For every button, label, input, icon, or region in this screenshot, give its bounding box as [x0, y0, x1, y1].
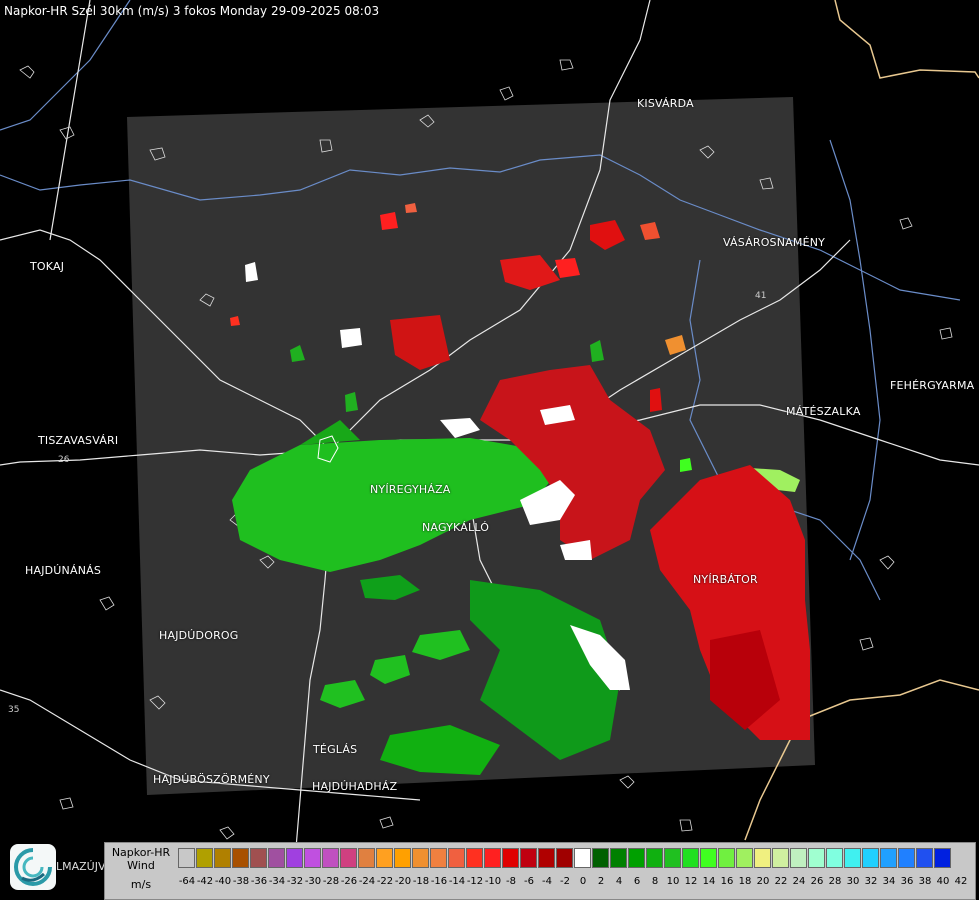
legend-swatches: [178, 848, 952, 868]
legend-swatch: [358, 848, 375, 868]
legend-swatch: [772, 848, 789, 868]
legend-swatch: [322, 848, 339, 868]
road-number-26: 26: [58, 455, 70, 465]
logo-icon: [10, 844, 56, 890]
road-number-41: 41: [755, 291, 766, 301]
town-label-nagykallo: NAGYKÁLLÓ: [422, 521, 490, 534]
town-label-hajdudorog: HAJDÚDOROG: [159, 629, 239, 642]
town-label-tiszavasvari: TISZAVASVÁRI: [38, 434, 119, 447]
legend-swatch: [394, 848, 411, 868]
town-label-fehergyarmat: FEHÉRGYARMA: [890, 379, 975, 392]
legend-swatch: [646, 848, 663, 868]
legend-swatch: [466, 848, 483, 868]
legend-swatch: [268, 848, 285, 868]
legend-swatch: [538, 848, 555, 868]
legend-swatch: [592, 848, 609, 868]
legend-swatch: [736, 848, 753, 868]
legend-swatch: [700, 848, 717, 868]
legend-swatch: [790, 848, 807, 868]
legend-swatch: [286, 848, 303, 868]
town-label-nyiregyhaza: NYÍREGYHÁZA: [370, 483, 451, 496]
legend-swatch: [682, 848, 699, 868]
legend-swatch: [826, 848, 843, 868]
radar-map: 35 26 41: [0, 0, 979, 870]
legend-swatch: [214, 848, 231, 868]
town-label-vasarosnameny: VÁSÁROSNAMÉNY: [723, 236, 826, 249]
legend-label: Napkor-HR Wind m/s: [108, 846, 174, 891]
legend-swatch: [718, 848, 735, 868]
legend-swatch: [556, 848, 573, 868]
legend-swatch: [898, 848, 915, 868]
town-label-hajdunanas: HAJDÚNÁNÁS: [25, 564, 102, 577]
legend-swatch: [574, 848, 591, 868]
town-label-nyirbator: NYÍRBÁTOR: [693, 573, 758, 586]
legend-swatch: [340, 848, 357, 868]
legend-quantity: Wind: [127, 859, 155, 872]
legend-swatch: [196, 848, 213, 868]
town-label-mateszalka: MÁTÉSZALKA: [786, 405, 861, 418]
legend-swatch: [808, 848, 825, 868]
legend-swatch: [502, 848, 519, 868]
legend-swatch: [934, 848, 951, 868]
legend-swatch: [628, 848, 645, 868]
road-number-35: 35: [8, 705, 19, 715]
legend-swatch: [232, 848, 249, 868]
legend-name: Napkor-HR: [111, 846, 171, 859]
legend-swatch: [448, 848, 465, 868]
legend-swatch: [610, 848, 627, 868]
town-label-teglas: TÉGLÁS: [313, 743, 358, 756]
map-title: Napkor-HR Szél 30km (m/s) 3 fokos Monday…: [4, 4, 380, 18]
town-label-tokaj: TOKAJ: [30, 260, 65, 273]
town-label-kisvarda: KISVÁRDA: [637, 97, 694, 110]
legend-swatch: [304, 848, 321, 868]
legend-swatch: [754, 848, 771, 868]
legend-swatch: [862, 848, 879, 868]
legend-swatch: [520, 848, 537, 868]
legend-swatch: [412, 848, 429, 868]
legend-swatch: [430, 848, 447, 868]
legend-swatch: [376, 848, 393, 868]
legend-unit: m/s: [130, 878, 152, 891]
legend-swatch: [250, 848, 267, 868]
legend-swatch: [844, 848, 861, 868]
legend-swatch: [484, 848, 501, 868]
legend-tick-label: 42: [954, 876, 968, 887]
legend-swatch: [916, 848, 933, 868]
town-label-hajduboszormeny: HAJDÚBÖSZÖRMÉNY: [153, 773, 270, 786]
legend-swatch: [880, 848, 897, 868]
town-label-hajduhadhaz: HAJDÚHADHÁZ: [312, 780, 398, 793]
legend-swatch: [664, 848, 681, 868]
legend-swatch: [178, 848, 195, 868]
